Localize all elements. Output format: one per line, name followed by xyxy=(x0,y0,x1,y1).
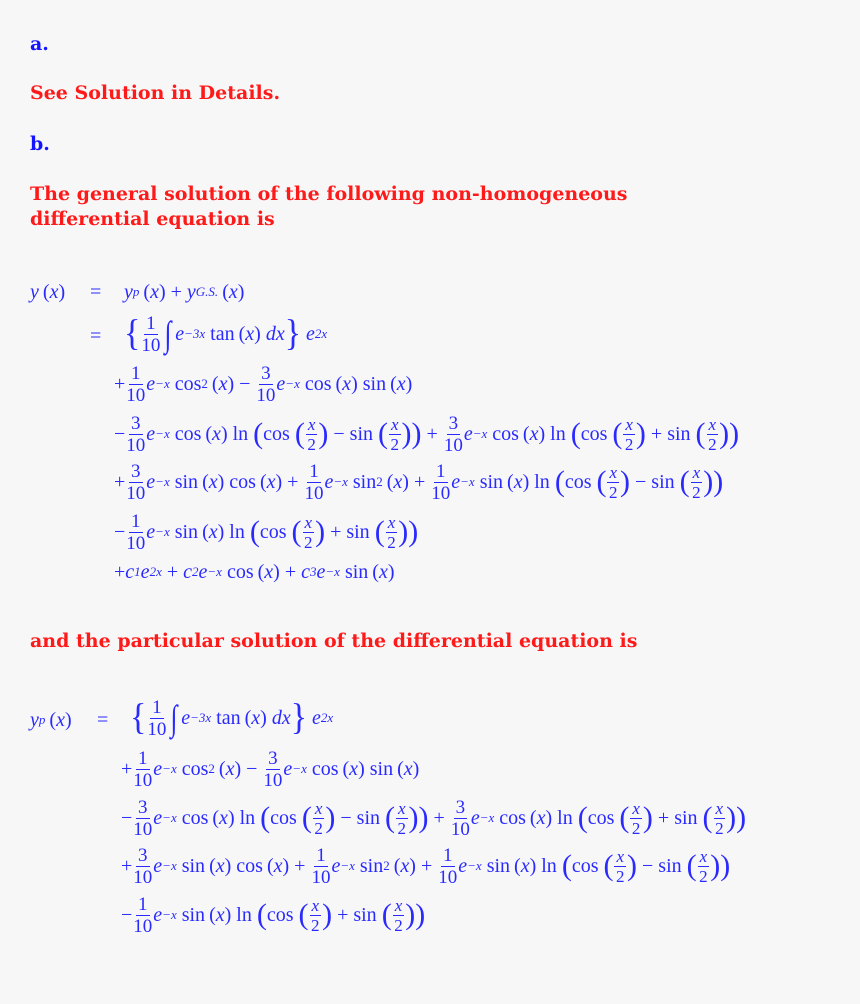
part-a-label: a. xyxy=(30,33,49,55)
general-term-line-2: −3 10 e −x cos (x) ln (cos (x 2) − sin (x 2))… xyxy=(114,412,740,456)
general-integral-term: {1 10 ∫ e −3x tan (x) dx} e 2x xyxy=(124,312,328,356)
part-a-text: See Solution in Details. xyxy=(30,82,281,104)
part-b-label: b. xyxy=(30,133,50,155)
general-solution-intro: The general solution of the following no… xyxy=(30,183,628,230)
particular-term-line-3: +3 10 e −x sin (x) cos (x) + 1 10 e −x sin 2 (x… xyxy=(121,844,731,888)
general-line-1: yp (x) + y G.S. (x) xyxy=(124,280,245,303)
particular-term-line-2: −3 10 e −x cos (x) ln (cos (x 2) − sin (x 2))… xyxy=(121,796,747,840)
particular-solution-intro: and the particular solution of the diffe… xyxy=(30,630,638,652)
particular-lhs: yp (x) xyxy=(30,708,72,731)
particular-term-line-1: +1 10 e −x cos 2 (x) − 3 10 e −x cos (x) sin (x… xyxy=(121,747,420,791)
particular-term-line-4: −1 10 e −x sin (x) ln (cos (x 2) + sin (x 2)) xyxy=(121,893,426,937)
general-term-line-1: +1 10 e −x cos 2 (x) − 3 10 e −x cos (x) sin (x… xyxy=(114,362,413,406)
general-term-line-3: +3 10 e −x sin (x) cos (x) + 1 10 e −x sin 2 (x… xyxy=(114,460,724,504)
general-term-line-5: + c 1 e 2x + c 2 e −x cos (x) + c 3 e −x sin (x) xyxy=(114,560,395,583)
general-lhs: y xyxy=(30,280,39,303)
particular-integral-term: {1 10 ∫ e −3x tan (x) dx} e 2x xyxy=(130,696,334,740)
